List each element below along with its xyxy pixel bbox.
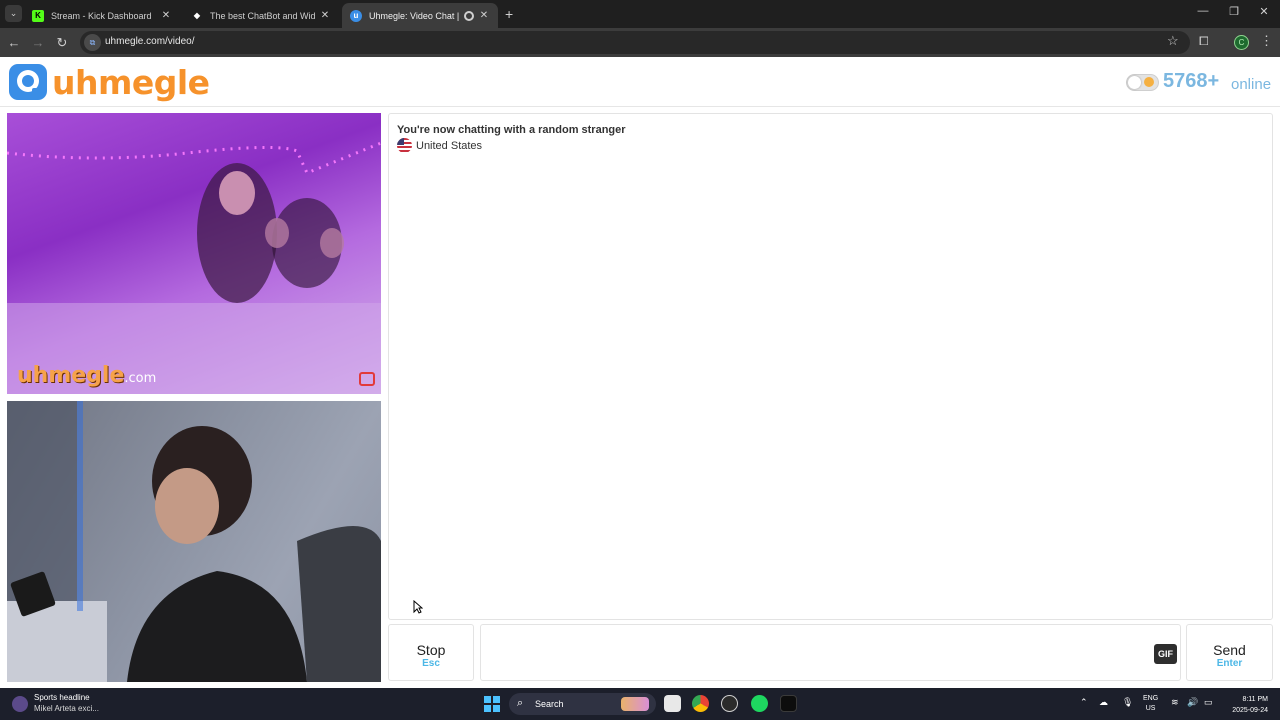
microphone-icon[interactable]: 🎙 (1122, 697, 1133, 708)
watermark-suffix: .com (124, 371, 157, 386)
windows-taskbar: Sports headline Mikel Arteta exci... ⌕ S… (0, 688, 1280, 720)
reload-icon[interactable]: ↻ (53, 34, 71, 52)
terminal-icon[interactable] (780, 695, 797, 712)
uhmegle-logo-icon[interactable] (8, 62, 48, 102)
logo-text[interactable]: uhmegle (52, 63, 210, 102)
profile-avatar[interactable]: C (1234, 35, 1249, 50)
close-tab-icon[interactable]: ✕ (478, 10, 490, 21)
browser-tab-bar: ⌄ K Stream - Kick Dashboard ✕ ◆ The best… (0, 0, 1280, 28)
taskbar-search[interactable]: ⌕ Search (509, 693, 656, 715)
address-toolbar: ← → ↻ ⧉ uhmegle.com/video/ ☆ (0, 28, 1280, 57)
chat-status-message: You're now chatting with a random strang… (397, 124, 626, 136)
self-video (7, 401, 381, 682)
search-highlight-icon (621, 697, 649, 711)
online-count: 5768+ (1163, 70, 1220, 92)
send-button[interactable]: Send Enter (1186, 624, 1273, 681)
battery-icon[interactable]: ▭ (1204, 697, 1213, 708)
onedrive-icon[interactable]: ☁ (1099, 697, 1108, 708)
report-flag-icon[interactable] (359, 372, 375, 386)
toggle-knob (1128, 76, 1141, 89)
stop-label: Stop (416, 642, 446, 658)
send-label: Send (1213, 642, 1246, 658)
tab-title: The best ChatBot and Widgets (210, 10, 315, 21)
stop-button[interactable]: Stop Esc (388, 624, 474, 681)
system-clock[interactable]: 8:11 PM 2025-09-24 (1226, 694, 1268, 716)
page-content: uhmegle 5768+ online uhmegle.com You're … (0, 57, 1280, 688)
search-label: Search (535, 699, 564, 709)
botrix-icon: ◆ (193, 11, 201, 20)
mouse-cursor-icon (413, 600, 423, 614)
theme-toggle[interactable] (1126, 74, 1159, 91)
windows-start-icon[interactable] (484, 696, 500, 712)
minimize-icon[interactable]: — (1193, 5, 1213, 17)
stranger-video-frame (7, 141, 381, 394)
stranger-country: United States (397, 138, 482, 153)
tab-uhmegle[interactable]: u Uhmegle: Video Chat | Ome ✕ (342, 3, 498, 28)
audio-playing-icon[interactable] (464, 10, 474, 21)
input-language[interactable]: ENG US (1143, 694, 1158, 714)
lang-line-2: US (1145, 705, 1156, 712)
forward-arrow-icon[interactable]: → (29, 34, 47, 52)
spotify-icon[interactable] (751, 695, 768, 712)
self-video-frame (7, 401, 381, 682)
tab-title: Uhmegle: Video Chat | Ome (369, 10, 460, 21)
stop-hint: Esc (422, 658, 440, 669)
sun-icon (1144, 77, 1154, 87)
file-explorer-icon[interactable] (664, 695, 681, 712)
message-input[interactable]: GIF (480, 624, 1181, 681)
online-label: online (1231, 76, 1272, 93)
us-flag-icon (397, 138, 412, 153)
site-info-icon[interactable]: ⧉ (84, 34, 101, 51)
close-tab-icon[interactable]: ✕ (160, 10, 172, 21)
tab-title: Stream - Kick Dashboard (51, 10, 152, 21)
watermark-main: uhmegle (17, 363, 125, 388)
tab-kick-dashboard[interactable]: K Stream - Kick Dashboard ✕ (24, 3, 180, 28)
start-pane (484, 705, 491, 712)
bookmark-star-icon[interactable]: ☆ (1167, 33, 1179, 49)
clock-time: 8:11 PM (1242, 696, 1268, 703)
lang-line-1: ENG (1143, 695, 1159, 702)
site-header: uhmegle 5768+ online (0, 57, 1280, 107)
send-hint: Enter (1216, 658, 1243, 669)
start-pane (484, 696, 491, 703)
gif-button[interactable]: GIF (1154, 644, 1177, 664)
start-pane (493, 696, 500, 703)
restore-icon[interactable]: ❐ (1224, 5, 1244, 18)
video-watermark: uhmegle.com (17, 363, 156, 388)
country-name: United States (416, 139, 483, 152)
volume-icon[interactable]: 🔊 (1187, 697, 1198, 708)
kick-icon: K (32, 9, 44, 22)
extensions-puzzle-icon[interactable]: ⧠ (1199, 34, 1209, 49)
window-close-icon[interactable]: ✕ (1254, 5, 1274, 18)
new-tab-plus-icon[interactable]: + (505, 6, 513, 22)
news-widget-icon[interactable] (12, 696, 28, 712)
uhmegle-icon: u (350, 9, 362, 22)
tab-search-chevron-icon[interactable]: ⌄ (5, 5, 22, 22)
wifi-icon[interactable]: ≋ (1171, 697, 1179, 708)
chat-log: You're now chatting with a random strang… (388, 113, 1273, 620)
search-icon: ⌕ (517, 697, 524, 709)
start-pane (493, 705, 500, 712)
url-text[interactable]: uhmegle.com/video/ (105, 36, 195, 47)
news-subtitle[interactable]: Mikel Arteta exci... (34, 704, 99, 713)
browser-menu-icon[interactable]: ⋮ (1260, 33, 1273, 49)
address-bar[interactable]: ⧉ uhmegle.com/video/ ☆ (80, 31, 1190, 54)
app-icon[interactable] (721, 695, 738, 712)
stranger-video: uhmegle.com (7, 113, 381, 394)
tray-overflow-chevron-icon[interactable]: ⌃ (1080, 697, 1088, 708)
chrome-icon[interactable] (692, 695, 709, 712)
tab-chatbot-widgets[interactable]: ◆ The best ChatBot and Widgets ✕ (183, 3, 339, 28)
close-tab-icon[interactable]: ✕ (319, 10, 331, 21)
clock-date: 2025-09-24 (1232, 707, 1268, 714)
back-arrow-icon[interactable]: ← (5, 34, 23, 52)
news-title[interactable]: Sports headline (34, 693, 90, 702)
